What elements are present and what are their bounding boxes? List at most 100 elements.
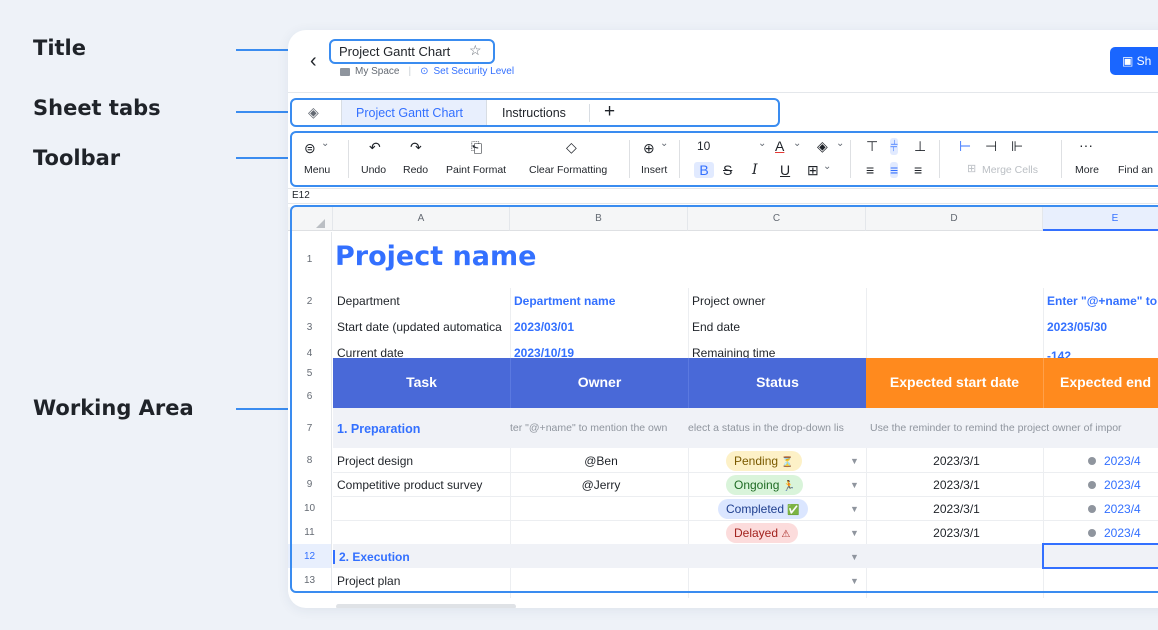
row-header[interactable]: 1 [288,232,332,288]
border-icon[interactable]: ⊞ [807,162,819,179]
section-preparation[interactable]: 1. Preparation [333,422,510,436]
owner-cell[interactable]: @Ben [510,454,688,468]
chevron-down-icon[interactable]: ⌄ [793,138,801,149]
eraser-icon[interactable]: ◇ [566,139,577,156]
overflow-icon[interactable]: ⊣ [985,138,997,155]
department-label[interactable]: Department [333,294,510,308]
merge-cells-button[interactable]: Merge Cells [982,164,1038,176]
row-header[interactable]: 2 [288,288,332,314]
selected-cell-e12[interactable] [1042,543,1158,569]
select-all-corner[interactable] [288,207,333,231]
owner-hint[interactable]: ter "@+name" to mention the own [510,422,688,434]
cell-reference[interactable]: E12 [288,188,1158,204]
undo-icon[interactable]: ↶ [369,139,381,156]
italic-icon[interactable]: I [752,162,758,178]
align-bottom-icon[interactable]: ⊥ [914,138,926,155]
row-header[interactable]: 7 [288,408,332,448]
row-header[interactable]: 8 [288,448,332,472]
row-header[interactable]: 5 [288,360,332,384]
paint-format-icon[interactable]: ⎗ [471,139,482,156]
redo-icon[interactable]: ↷ [410,139,422,156]
redo-button[interactable]: Redo [403,164,428,176]
column-header[interactable]: E [1043,207,1158,231]
header-status[interactable]: Status [688,358,866,408]
status-pill-pending[interactable]: Pending ⏳ [726,451,802,471]
end-date-cell[interactable]: 2023/4 [1100,526,1158,540]
clip-text-icon[interactable]: ⊩ [1011,138,1023,155]
header-expected-start[interactable]: Expected start date [866,358,1043,408]
more-button[interactable]: More [1075,164,1099,176]
clock-icon[interactable] [1088,457,1096,465]
menu-button[interactable]: Menu [304,164,330,176]
paint-format-button[interactable]: Paint Format [446,164,506,176]
owner-label[interactable]: Project owner [688,294,866,308]
add-sheet-icon[interactable]: + [604,101,615,123]
department-value[interactable]: Department name [510,294,688,308]
align-right-icon[interactable]: ≡ [914,162,922,178]
row-header[interactable]: 3 [288,314,332,340]
owner-cell[interactable]: @Jerry [510,478,688,492]
status-hint[interactable]: elect a status in the drop-down lis [688,422,866,434]
undo-button[interactable]: Undo [361,164,386,176]
align-middle-icon[interactable]: ⫩ [890,138,899,155]
section-execution[interactable]: 2. Execution [333,550,510,564]
fill-color-icon[interactable]: ◈ [817,138,828,155]
status-pill-ongoing[interactable]: Ongoing 🏃 [726,475,804,495]
end-date-cell[interactable]: 2023/4 [1100,478,1158,492]
start-date-cell[interactable]: 2023/3/1 [866,526,1043,540]
security-link[interactable]: Set Security Level [433,66,514,77]
row-header[interactable]: 12 [288,544,332,568]
row-header[interactable]: 9 [288,472,332,496]
layers-icon[interactable]: ◈ [308,104,319,121]
star-icon[interactable]: ☆ [469,42,482,59]
column-header[interactable]: D [866,207,1043,231]
task-cell[interactable]: Project design [333,454,510,468]
column-header[interactable]: C [688,207,866,231]
header-expected-end[interactable]: Expected end [1043,358,1158,408]
row-header[interactable]: 10 [288,496,332,520]
align-top-icon[interactable]: ⊤ [866,138,878,155]
header-task[interactable]: Task [333,358,510,408]
end-date-cell[interactable]: 2023/4 [1100,502,1158,516]
share-button[interactable]: ▣ Sh [1110,47,1158,75]
reminder-hint[interactable]: Use the reminder to remind the project o… [870,422,1158,434]
start-date-label[interactable]: Start date (updated automatica [333,320,510,334]
insert-icon[interactable]: ⊕ [643,140,655,157]
column-header[interactable]: A [333,207,510,231]
row-header[interactable]: 13 [288,568,332,592]
dropdown-caret-icon[interactable]: ▼ [850,576,859,586]
row-header[interactable]: 6 [288,384,332,408]
end-date-label[interactable]: End date [688,320,866,334]
dropdown-caret-icon[interactable]: ▼ [850,528,859,538]
dropdown-caret-icon[interactable]: ▼ [850,456,859,466]
start-date-cell[interactable]: 2023/3/1 [866,454,1043,468]
insert-button[interactable]: Insert [641,164,667,176]
owner-value[interactable]: Enter "@+name" to [1043,294,1158,308]
tab-project-gantt-chart[interactable]: Project Gantt Chart [341,100,487,126]
font-size-select[interactable]: 10 [697,139,710,153]
strikethrough-icon[interactable]: S [723,162,732,178]
column-header[interactable]: B [510,207,688,231]
end-date-cell[interactable]: 2023/4 [1100,454,1158,468]
chevron-down-icon[interactable]: ⌄ [660,138,668,149]
chevron-down-icon[interactable]: ⌄ [758,138,766,149]
start-date-cell[interactable]: 2023/3/1 [866,502,1043,516]
tab-instructions[interactable]: Instructions [502,100,566,126]
clear-formatting-button[interactable]: Clear Formatting [529,164,607,176]
dropdown-caret-icon[interactable]: ▼ [850,552,859,562]
breadcrumb-space[interactable]: My Space [355,66,399,77]
menu-icon[interactable]: ⊜ [304,140,316,157]
more-icon[interactable]: ··· [1079,137,1093,153]
start-date-value[interactable]: 2023/03/01 [510,320,688,334]
align-left-icon[interactable]: ≡ [866,162,874,178]
find-button[interactable]: Find an [1118,164,1153,176]
header-owner[interactable]: Owner [510,358,688,408]
chevron-down-icon[interactable]: ⌄ [836,138,844,149]
status-pill-completed[interactable]: Completed ✅ [718,499,808,519]
end-date-value[interactable]: 2023/05/30 [1043,320,1158,334]
task-cell[interactable]: Competitive product survey [333,478,510,492]
clock-icon[interactable] [1088,505,1096,513]
bold-icon[interactable]: B [694,162,714,178]
wrap-text-icon[interactable]: ⊢ [959,138,971,155]
row-header[interactable]: 11 [288,520,332,544]
